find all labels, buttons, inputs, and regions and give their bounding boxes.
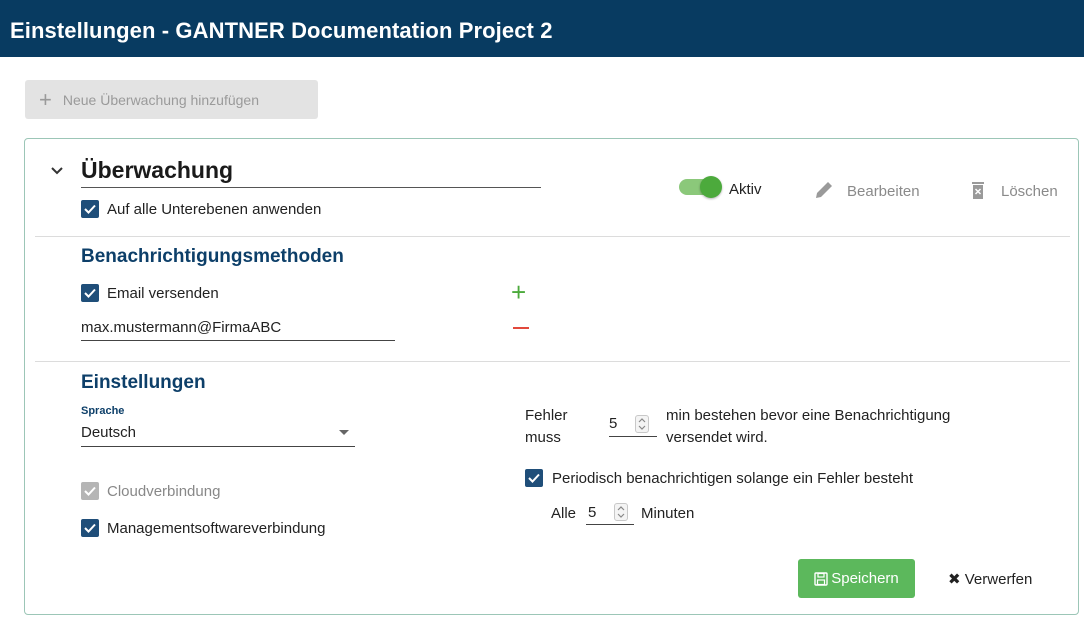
error-minutes-stepper[interactable]: 5 bbox=[609, 415, 659, 437]
spinner-icon[interactable] bbox=[635, 415, 649, 433]
chevron-down-icon[interactable] bbox=[49, 163, 65, 179]
email-field[interactable]: max.mustermann@FirmaABC bbox=[81, 319, 281, 336]
every-stepper[interactable]: 5 bbox=[586, 503, 636, 525]
language-select[interactable]: Deutsch bbox=[81, 424, 136, 441]
periodic-checkbox[interactable] bbox=[525, 469, 543, 487]
active-label: Aktiv bbox=[729, 181, 762, 198]
divider bbox=[35, 236, 1070, 237]
delete-button[interactable]: Löschen bbox=[1001, 183, 1058, 200]
add-email-icon[interactable]: + bbox=[511, 279, 526, 305]
monitor-title: Überwachung bbox=[81, 157, 234, 183]
cloud-checkbox bbox=[81, 482, 99, 500]
active-toggle[interactable] bbox=[679, 176, 722, 198]
error-prefix-line1: Fehler bbox=[525, 407, 568, 424]
error-minutes-value: 5 bbox=[609, 415, 618, 432]
error-suffix-line1: min bestehen bevor eine Benachrichtigung bbox=[666, 407, 951, 424]
every-value: 5 bbox=[588, 504, 597, 521]
settings-title: Einstellungen bbox=[81, 372, 206, 393]
check-icon bbox=[84, 486, 96, 496]
mgmt-checkbox[interactable] bbox=[81, 519, 99, 537]
cloud-label: Cloudverbindung bbox=[107, 483, 221, 500]
header-bar: Einstellungen - GANTNER Documentation Pr… bbox=[0, 0, 1084, 57]
dropdown-caret-icon[interactable] bbox=[339, 430, 349, 435]
plus-icon: + bbox=[39, 86, 52, 112]
title-underline bbox=[81, 187, 541, 188]
check-icon bbox=[84, 288, 96, 298]
add-monitor-label: Neue Überwachung hinzufügen bbox=[62, 91, 259, 108]
periodic-label: Periodisch benachrichtigen solange ein F… bbox=[552, 470, 914, 487]
discard-button[interactable]: ✖ Verwerfen bbox=[948, 570, 1032, 588]
check-icon bbox=[84, 204, 96, 214]
language-underline bbox=[81, 446, 355, 447]
stepper-underline bbox=[586, 524, 634, 525]
apply-all-label: Auf alle Unterebenen anwenden bbox=[107, 201, 322, 218]
error-suffix-line2: versendet wird. bbox=[666, 429, 768, 446]
language-label: Sprache bbox=[81, 405, 125, 417]
stepper-underline bbox=[609, 436, 657, 437]
email-label: Email versenden bbox=[107, 285, 219, 302]
divider bbox=[35, 361, 1070, 362]
floppy-disk-icon bbox=[814, 571, 828, 586]
mgmt-label: Managementsoftwareverbindung bbox=[107, 520, 326, 537]
spinner-icon[interactable] bbox=[614, 503, 628, 521]
save-button[interactable]: Speichern bbox=[798, 559, 915, 598]
toggle-knob bbox=[700, 176, 722, 198]
minutes-label: Minuten bbox=[641, 505, 695, 522]
discard-label: Verwerfen bbox=[964, 571, 1033, 588]
page-title: Einstellungen - GANTNER Documentation Pr… bbox=[10, 18, 553, 43]
email-field-underline bbox=[81, 340, 395, 341]
close-icon: ✖ bbox=[948, 571, 961, 588]
email-checkbox[interactable] bbox=[81, 284, 99, 302]
notifications-title: Benachrichtigungsmethoden bbox=[81, 246, 344, 267]
every-label: Alle bbox=[551, 505, 577, 522]
error-prefix-line2: muss bbox=[525, 429, 561, 446]
save-label: Speichern bbox=[831, 570, 899, 587]
check-icon bbox=[528, 473, 540, 483]
add-monitor-button[interactable]: + Neue Überwachung hinzufügen bbox=[25, 80, 318, 119]
pencil-icon[interactable] bbox=[813, 179, 835, 201]
remove-email-icon[interactable] bbox=[513, 327, 529, 329]
monitor-card: Überwachung Auf alle Unterebenen anwende… bbox=[24, 138, 1079, 615]
check-icon bbox=[84, 523, 96, 533]
apply-all-checkbox[interactable] bbox=[81, 200, 99, 218]
trash-icon[interactable] bbox=[967, 179, 989, 201]
edit-button[interactable]: Bearbeiten bbox=[847, 183, 920, 200]
